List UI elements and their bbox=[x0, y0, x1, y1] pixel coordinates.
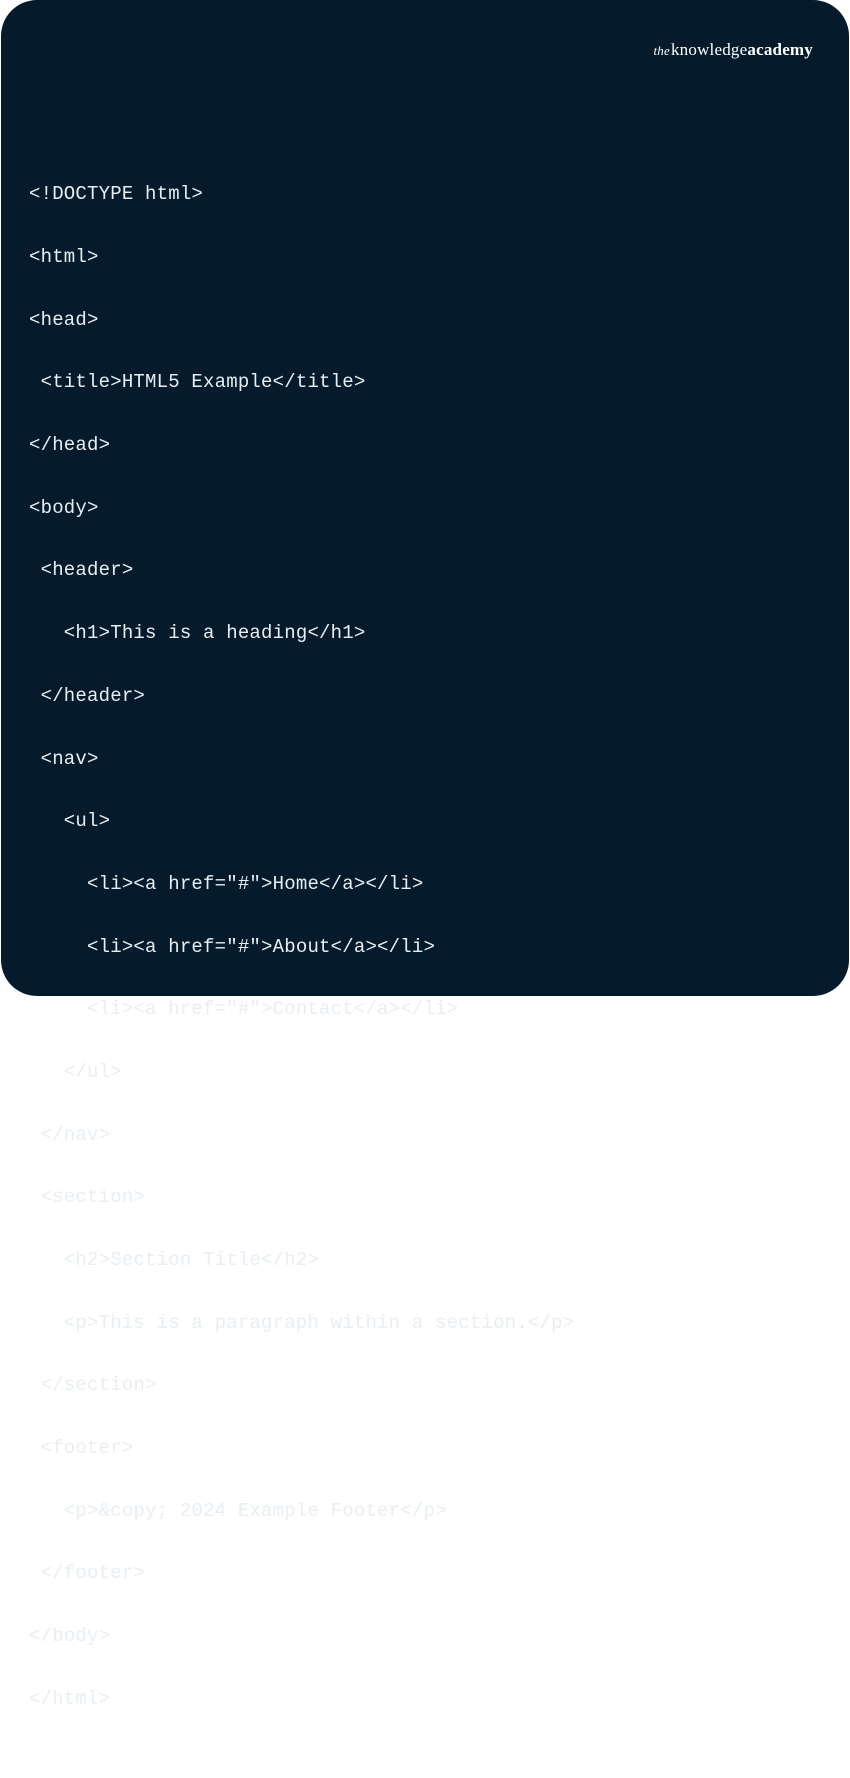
code-line: </section> bbox=[29, 1370, 821, 1401]
code-line: </ul> bbox=[29, 1057, 821, 1088]
code-line: </head> bbox=[29, 430, 821, 461]
code-line: <h2>Section Title</h2> bbox=[29, 1245, 821, 1276]
code-line: <title>HTML5 Example</title> bbox=[29, 367, 821, 398]
brand-the: the bbox=[654, 43, 670, 58]
code-line: </nav> bbox=[29, 1120, 821, 1151]
code-line: <footer> bbox=[29, 1433, 821, 1464]
code-line: <html> bbox=[29, 242, 821, 273]
code-line: <li><a href="#">Contact</a></li> bbox=[29, 994, 821, 1025]
code-line: <ul> bbox=[29, 806, 821, 837]
code-line: <section> bbox=[29, 1182, 821, 1213]
code-line: <header> bbox=[29, 555, 821, 586]
code-line: <p>This is a paragraph within a section.… bbox=[29, 1308, 821, 1339]
code-line: <body> bbox=[29, 493, 821, 524]
code-card: theknowledgeacademy <!DOCTYPE html> <htm… bbox=[1, 0, 849, 996]
code-line: <p>&copy; 2024 Example Footer</p> bbox=[29, 1496, 821, 1527]
brand-logo: theknowledgeacademy bbox=[654, 40, 814, 60]
code-line: <!DOCTYPE html> bbox=[29, 179, 821, 210]
code-line: </html> bbox=[29, 1684, 821, 1715]
code-line: <li><a href="#">About</a></li> bbox=[29, 932, 821, 963]
brand-academy: academy bbox=[747, 40, 813, 59]
code-line: <nav> bbox=[29, 744, 821, 775]
code-line: </footer> bbox=[29, 1558, 821, 1589]
code-line: <head> bbox=[29, 305, 821, 336]
code-block: <!DOCTYPE html> <html> <head> <title>HTM… bbox=[29, 148, 821, 1778]
code-line: </header> bbox=[29, 681, 821, 712]
code-line: <li><a href="#">Home</a></li> bbox=[29, 869, 821, 900]
brand-knowledge: knowledge bbox=[671, 40, 747, 59]
code-line: <h1>This is a heading</h1> bbox=[29, 618, 821, 649]
code-line: </body> bbox=[29, 1621, 821, 1652]
